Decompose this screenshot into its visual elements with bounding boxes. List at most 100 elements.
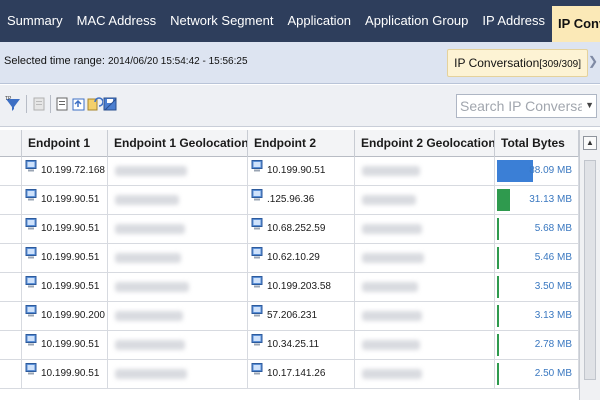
redacted-geolocation — [362, 282, 418, 292]
endpoint1-value: 10.199.90.51 — [41, 223, 100, 234]
table-row[interactable]: 10.199.90.200 57.206.231 3.13 MB — [0, 302, 600, 331]
bytes-bar — [497, 189, 510, 211]
endpoint2-geolocation-cell — [355, 302, 495, 330]
endpoint2-cell: 10.68.252.59 — [248, 215, 355, 243]
table-row[interactable]: 10.199.90.51 10.17.141.26 2.50 MB — [0, 360, 600, 389]
endpoint2-value: .125.96.36 — [267, 194, 315, 205]
toolbar: TP ▼ — [0, 85, 600, 127]
computer-icon — [25, 302, 41, 330]
endpoint2-value: 10.68.252.59 — [267, 223, 326, 234]
table-row[interactable]: 10.199.90.51 10.34.25.11 2.78 MB — [0, 331, 600, 360]
total-bytes-value: 31.13 MB — [529, 194, 572, 205]
table-row[interactable]: 10.199.90.51 10.199.203.58 3.50 MB — [0, 273, 600, 302]
tab-label: MAC Address — [76, 13, 157, 28]
time-range-label: Selected time range: — [4, 55, 105, 67]
redacted-geolocation — [362, 224, 422, 234]
toolbar-divider — [26, 95, 27, 113]
tab-network-segment[interactable]: Network Segment — [163, 0, 280, 42]
column-header-endpoint1-geolocation[interactable]: Endpoint 1 Geolocation — [108, 130, 248, 157]
search-box[interactable]: ▼ — [456, 94, 597, 118]
row-selector[interactable] — [0, 215, 22, 243]
total-bytes-value: 3.13 MB — [534, 310, 572, 321]
redacted-geolocation — [115, 369, 187, 379]
total-bytes-value: 5.68 MB — [534, 223, 572, 234]
vertical-scrollbar[interactable]: ▲ — [579, 130, 600, 400]
endpoint1-geolocation-cell — [108, 302, 248, 330]
chevron-down-icon[interactable]: ▼ — [585, 100, 594, 110]
endpoint1-geolocation-cell — [108, 244, 248, 272]
filter-icon[interactable]: TP — [4, 95, 22, 113]
row-selector[interactable] — [0, 244, 22, 272]
table-row[interactable]: 10.199.90.51 10.62.10.29 5.46 MB — [0, 244, 600, 273]
column-header-total-bytes[interactable]: Total Bytes — [495, 130, 579, 157]
tab-application-group[interactable]: Application Group — [358, 0, 475, 42]
row-selector[interactable] — [0, 331, 22, 359]
table-row[interactable]: 10.199.90.51 .125.96.36 31.13 MB — [0, 186, 600, 215]
bytes-bar — [497, 247, 499, 269]
time-range-value: 2014/06/20 15:54:42 - 15:56:25 — [107, 56, 248, 67]
endpoint2-geolocation-cell — [355, 215, 495, 243]
redacted-geolocation — [362, 166, 420, 176]
column-header-endpoint2[interactable]: Endpoint 2 — [248, 130, 355, 157]
bytes-bar — [497, 363, 499, 385]
endpoint2-geolocation-cell — [355, 157, 495, 185]
table-row[interactable]: 10.199.72.168 10.199.90.51 88.09 MB — [0, 157, 600, 186]
tab-ip-conversation[interactable]: IP Conversation× — [552, 6, 600, 42]
svg-text:TP: TP — [5, 96, 12, 102]
total-bytes-cell: 2.78 MB — [495, 331, 579, 359]
redacted-geolocation — [115, 253, 181, 263]
endpoint1-value: 10.199.90.51 — [41, 281, 100, 292]
search-input[interactable] — [457, 95, 582, 117]
computer-icon — [25, 273, 41, 301]
info-bar: Selected time range: 2014/06/20 15:54:42… — [0, 42, 600, 84]
endpoint1-cell: 10.199.90.51 — [22, 186, 108, 214]
total-bytes-cell: 88.09 MB — [495, 157, 579, 185]
endpoint2-value: 57.206.231 — [267, 310, 318, 321]
computer-icon — [251, 360, 267, 388]
endpoint1-cell: 10.199.72.168 — [22, 157, 108, 185]
conversation-count-badge: IP Conversation[309/309] — [447, 49, 588, 77]
column-header-endpoint2-geolocation[interactable]: Endpoint 2 Geolocation — [355, 130, 495, 157]
tab-summary[interactable]: Summary — [0, 0, 70, 42]
row-selector[interactable] — [0, 302, 22, 330]
total-bytes-value: 2.78 MB — [534, 339, 572, 350]
bytes-bar — [497, 218, 499, 240]
tab-application[interactable]: Application — [280, 0, 358, 42]
endpoint2-cell: 10.34.25.11 — [248, 331, 355, 359]
row-selector[interactable] — [0, 186, 22, 214]
disabled-icon[interactable] — [30, 95, 48, 113]
endpoint2-cell: 10.199.90.51 — [248, 157, 355, 185]
endpoint1-cell: 10.199.90.51 — [22, 360, 108, 388]
total-bytes-cell: 5.46 MB — [495, 244, 579, 272]
row-selector[interactable] — [0, 157, 22, 185]
tab-mac-address[interactable]: MAC Address — [70, 0, 163, 42]
column-header-endpoint1[interactable]: Endpoint 1 — [22, 130, 108, 157]
chevron-right-icon[interactable]: ❯ — [588, 54, 598, 68]
computer-icon — [251, 302, 267, 330]
total-bytes-cell: 3.13 MB — [495, 302, 579, 330]
save-icon[interactable] — [101, 95, 119, 113]
table-row[interactable]: 10.199.90.51 10.68.252.59 5.68 MB — [0, 215, 600, 244]
bytes-bar — [497, 334, 499, 356]
total-bytes-value: 5.46 MB — [534, 252, 572, 263]
endpoint2-geolocation-cell — [355, 244, 495, 272]
scroll-thumb[interactable] — [584, 160, 596, 380]
endpoint1-value: 10.199.72.168 — [41, 165, 105, 176]
endpoint1-geolocation-cell — [108, 273, 248, 301]
endpoint2-cell: .125.96.36 — [248, 186, 355, 214]
tab-bar: Summary MAC Address Network Segment Applica… — [0, 0, 600, 42]
bytes-bar — [497, 160, 533, 182]
row-selector[interactable] — [0, 273, 22, 301]
scroll-up-icon[interactable]: ▲ — [583, 136, 597, 150]
total-bytes-value: 2.50 MB — [534, 368, 572, 379]
computer-icon — [25, 244, 41, 272]
row-selector[interactable] — [0, 360, 22, 388]
tab-ip-address[interactable]: IP Address — [475, 0, 552, 42]
conversation-table: Endpoint 1 Endpoint 1 Geolocation Endpoi… — [0, 130, 600, 400]
endpoint2-cell: 10.199.203.58 — [248, 273, 355, 301]
computer-icon — [251, 157, 267, 185]
bytes-bar — [497, 276, 499, 298]
computer-icon — [251, 273, 267, 301]
document-icon[interactable] — [53, 95, 71, 113]
tab-label: Network Segment — [170, 13, 274, 28]
